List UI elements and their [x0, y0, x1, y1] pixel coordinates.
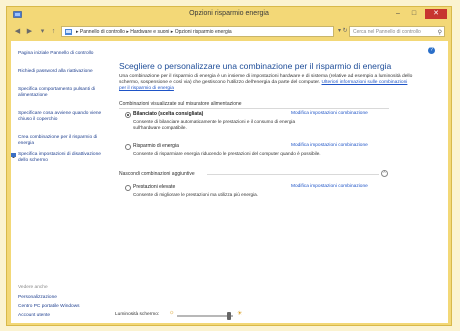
brightness-control: Luminosità schermo: ☼ ☀ [115, 310, 295, 321]
search-input[interactable]: Cerca nel Pannello di controllo ⚲ [349, 26, 445, 37]
help-icon[interactable]: ? [428, 47, 435, 54]
breadcrumb[interactable]: ▸ Pannello di controllo ▸ Hardware e suo… [61, 26, 334, 37]
plan-high-performance-edit-link[interactable]: Modifica impostazioni combinazione [291, 184, 368, 189]
sidebar-item-create-plan[interactable]: Crea combinazione per il risparmio di en… [18, 135, 104, 147]
collapse-chevron-icon[interactable]: ⌃ [381, 170, 388, 177]
maximize-button[interactable]: □ [409, 9, 419, 19]
plan-high-performance-name[interactable]: Prestazioni elevate [133, 184, 175, 190]
forward-arrow-icon[interactable]: ▶ [25, 27, 34, 36]
plan-power-saver-radio[interactable] [125, 144, 131, 150]
plan-balanced-name[interactable]: Bilanciato (scelta consigliata) [133, 111, 203, 117]
divider [119, 108, 389, 109]
brightness-label: Luminosità schermo: [115, 312, 160, 317]
see-also-heading: Vedere anche [18, 285, 48, 290]
sidebar-item-power-buttons[interactable]: Specifica comportamento pulsanti di alim… [18, 87, 104, 99]
plan-power-saver-desc: Consente di risparmiare energia riducend… [133, 151, 321, 156]
refresh-icon[interactable]: ▾ ↻ [338, 27, 348, 34]
content-area: Pagina iniziale Pannello di controllo Ri… [11, 41, 448, 323]
plan-balanced-edit-link[interactable]: Modifica impostazioni combinazione [291, 111, 368, 116]
recent-pages-chevron-icon[interactable]: ▾ [38, 27, 47, 36]
sun-bright-icon: ☀ [237, 311, 243, 317]
sidebar-item-lid-close[interactable]: Specificare cosa avviene quando viene ch… [18, 111, 104, 123]
display-settings-icon [11, 153, 16, 158]
sun-dim-icon: ☼ [169, 310, 175, 316]
plan-balanced-desc: Consente di bilanciare automaticamente l… [133, 119, 296, 130]
see-also-personalization[interactable]: Personalizzazione [18, 295, 57, 300]
sidebar-item-home[interactable]: Pagina iniziale Pannello di controllo [18, 51, 104, 57]
window-title: Opzioni risparmio energia [189, 10, 269, 17]
search-placeholder: Cerca nel Pannello di controllo [353, 29, 421, 35]
see-also-mobility-center[interactable]: Centro PC portatile Windows [18, 304, 80, 309]
up-arrow-icon[interactable]: ↑ [49, 27, 58, 36]
page-title: Scegliere o personalizzare una combinazi… [119, 61, 392, 71]
divider [207, 174, 379, 175]
plan-high-performance-desc: Consente di migliorare le prestazioni ma… [133, 192, 259, 197]
window-frame: Opzioni risparmio energia – □ ✕ ◀ ▶ ▾ ↑ … [6, 6, 452, 326]
plan-power-saver-edit-link[interactable]: Modifica impostazioni combinazione [291, 143, 368, 148]
brightness-slider-track[interactable] [177, 315, 233, 317]
sidebar-item-password-wake[interactable]: Richiedi password alla riattivazione [18, 69, 104, 75]
sidebar-item-display-off[interactable]: Specifica impostazioni di disattivazione… [18, 152, 104, 164]
search-icon[interactable]: ⚲ [438, 28, 442, 38]
close-button[interactable]: ✕ [425, 9, 447, 19]
breadcrumb-path: ▸ Pannello di controllo ▸ Hardware e suo… [76, 29, 232, 35]
back-arrow-icon[interactable]: ◀ [13, 27, 22, 36]
intro-text: Una combinazione per il risparmio di ene… [119, 74, 415, 92]
brightness-slider-thumb[interactable] [227, 312, 231, 320]
plan-balanced-radio[interactable] [125, 112, 131, 118]
hide-plans-heading[interactable]: Nascondi combinazioni aggiuntive [119, 171, 195, 177]
plan-high-performance-radio[interactable] [125, 185, 131, 191]
title-bar: Opzioni risparmio energia – □ ✕ [7, 7, 451, 23]
see-also-user-accounts[interactable]: Account utente [18, 313, 50, 318]
minimize-button[interactable]: – [393, 9, 403, 19]
address-bar: ◀ ▶ ▾ ↑ ▸ Pannello di controllo ▸ Hardwa… [11, 25, 448, 39]
control-panel-icon [65, 29, 72, 35]
shown-plans-heading: Combinazioni visualizzate sul misuratore… [119, 101, 242, 107]
sidebar: Pagina iniziale Pannello di controllo Ri… [11, 41, 107, 323]
main-panel: ? Scegliere o personalizzare una combina… [119, 41, 439, 323]
plan-power-saver-name[interactable]: Risparmio di energia [133, 143, 179, 149]
